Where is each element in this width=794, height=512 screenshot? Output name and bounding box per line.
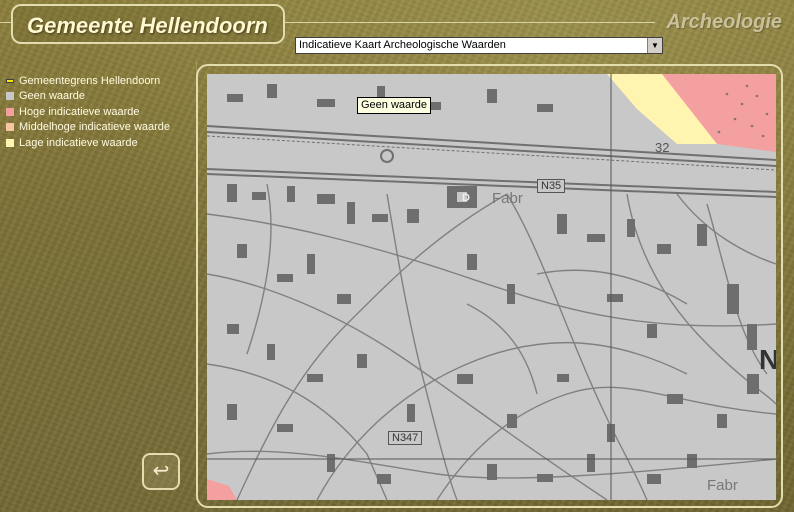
legend-swatch-high	[6, 107, 14, 116]
road-label-n347: N347	[388, 431, 423, 445]
map-label-fabr-top: Fabr	[492, 190, 523, 207]
legend-item-high-value: Hoge indicatieve waarde	[6, 104, 170, 120]
map-label-n: N	[759, 344, 776, 375]
legend-swatch-no-value	[6, 92, 14, 101]
map-label-fabr-bottom: Fabr	[707, 477, 738, 494]
header-rule	[285, 22, 655, 23]
zone-high-value-bottom	[207, 479, 237, 500]
legend-label: Lage indicatieve waarde	[19, 136, 138, 149]
legend-label: Hoge indicatieve waarde	[19, 105, 140, 118]
map-layer-select-value: Indicatieve Kaart Archeologische Waarden	[299, 39, 506, 51]
streets	[207, 183, 776, 500]
return-arrow-icon: ↩	[152, 460, 170, 482]
map-graphic	[207, 74, 776, 500]
legend-label: Gemeentegrens Hellendoorn	[19, 74, 161, 87]
legend-swatch-low	[6, 138, 14, 147]
title-panel: Gemeente Hellendoorn	[11, 4, 285, 44]
roundabout	[380, 149, 394, 163]
back-button[interactable]: ↩	[142, 453, 180, 490]
legend-item-municipal-boundary: Gemeentegrens Hellendoorn	[6, 73, 170, 89]
legend-label: Geen waarde	[19, 90, 86, 103]
map-legend: Gemeentegrens Hellendoorn Geen waarde Ho…	[6, 73, 170, 151]
road-label-n35: N35	[537, 179, 566, 193]
map-layer-select[interactable]: Indicatieve Kaart Archeologische Waarden…	[295, 37, 663, 54]
map-tooltip: Geen waarde	[357, 97, 432, 114]
legend-label: Middelhoge indicatieve waarde	[19, 121, 171, 134]
legend-swatch-medium-high	[6, 123, 14, 132]
section-title: Archeologie	[666, 11, 782, 33]
legend-item-low-value: Lage indicatieve waarde	[6, 135, 170, 151]
header-rule-left	[0, 22, 11, 23]
legend-swatch-boundary	[6, 78, 14, 83]
archaeology-map[interactable]: N35 N347 Fabr Fabr 32 N D	[207, 74, 776, 500]
map-label-d: D	[462, 192, 470, 204]
legend-item-medium-high-value: Middelhoge indicatieve waarde	[6, 120, 170, 136]
chevron-down-icon[interactable]: ▼	[647, 38, 662, 53]
map-label-road-32: 32	[655, 140, 670, 155]
app-title: Gemeente Hellendoorn	[27, 13, 268, 38]
legend-item-no-value: Geen waarde	[6, 89, 170, 105]
